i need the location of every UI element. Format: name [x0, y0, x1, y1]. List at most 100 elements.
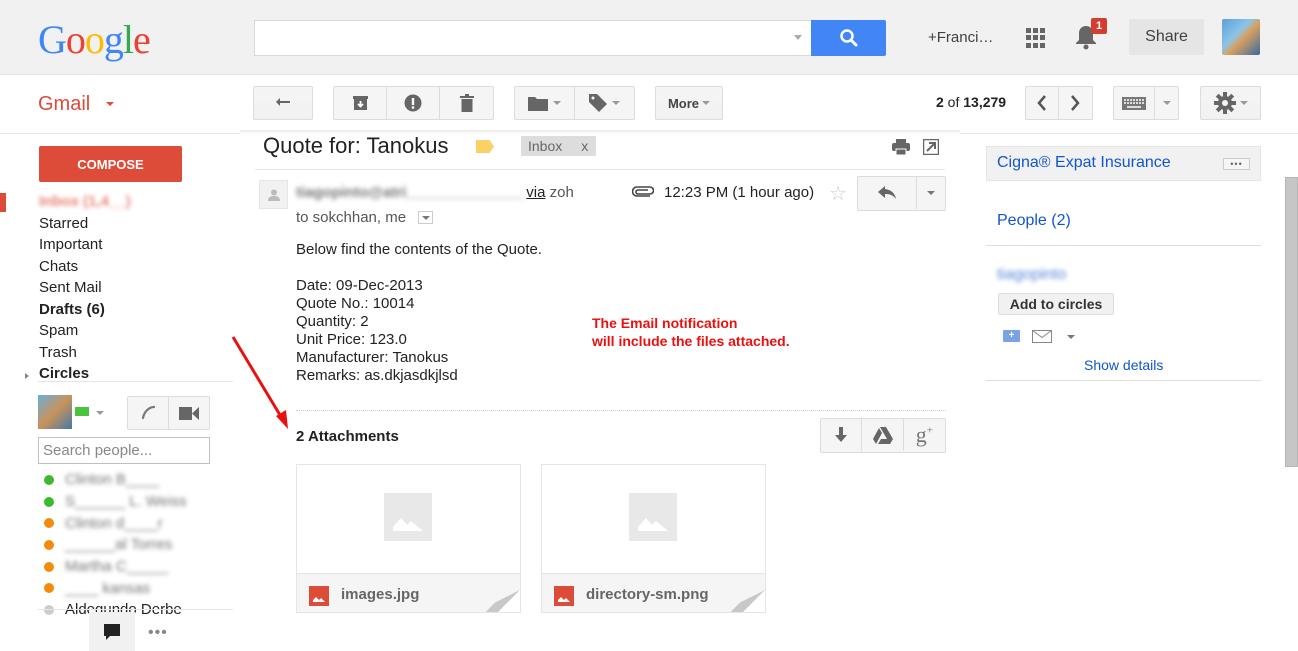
sidebar-item-inbox[interactable]: Inbox (1,4__) [39, 191, 239, 213]
add-to-circles-button[interactable]: Add to circles [998, 293, 1114, 315]
google-plus-icon: g+ [915, 422, 933, 447]
settings-button[interactable] [1200, 86, 1261, 120]
search-input[interactable] [255, 21, 775, 55]
start-video-button[interactable] [169, 397, 210, 429]
inbox-label-text: Inbox [528, 138, 563, 154]
start-call-button[interactable] [128, 397, 169, 429]
print-all-icon[interactable] [892, 139, 910, 158]
input-tools-dropdown[interactable] [1155, 87, 1178, 119]
archive-button[interactable] [334, 87, 387, 119]
chat-more-button[interactable]: ••• [148, 624, 168, 642]
account-avatar[interactable] [1222, 19, 1260, 55]
ad-link[interactable]: Cigna® Expat Insurance [997, 154, 1171, 172]
presence-status-icon [44, 583, 54, 594]
sender-email[interactable]: tiagopinto@atri______________ [296, 184, 523, 201]
contact-name: Clinton d____r [65, 514, 163, 532]
annotation-note: The Email notification will include the f… [592, 314, 790, 350]
more-reply-options-button[interactable] [917, 177, 945, 209]
chevron-down-icon[interactable] [96, 411, 104, 415]
chevron-right-icon [1071, 95, 1080, 111]
report-spam-button[interactable] [387, 87, 440, 119]
sidebar-item-trash[interactable]: Trash [39, 342, 239, 364]
email-icon[interactable] [1032, 330, 1052, 346]
search-options-caret-icon[interactable] [794, 35, 802, 40]
star-icon[interactable]: ☆ [829, 181, 847, 206]
hangout-invite-icon[interactable]: + [1003, 330, 1020, 342]
chat-avatar[interactable] [38, 395, 72, 429]
open-new-window-icon[interactable] [922, 138, 940, 158]
sender-avatar[interactable] [259, 180, 288, 209]
image-placeholder-icon [629, 493, 677, 541]
person-name-link[interactable]: tiagopinto [997, 266, 1066, 284]
body-line: Date: 09-Dec-2013 [296, 277, 423, 294]
more-label: More [667, 95, 700, 111]
show-details-link[interactable]: Show details [1084, 357, 1163, 373]
inbox-label-chip[interactable]: Inbox x [521, 136, 596, 156]
sidebar-item-sent[interactable]: Sent Mail [39, 277, 239, 299]
newer-button[interactable] [1059, 87, 1092, 119]
hangouts-button[interactable] [89, 612, 135, 651]
selected-folder-indicator [0, 193, 6, 212]
sidebar-item-spam[interactable]: Spam [39, 320, 239, 342]
input-tools-button[interactable] [1114, 87, 1156, 119]
search-button[interactable] [811, 20, 886, 56]
message-actions-group [333, 86, 494, 120]
show-details-toggle[interactable] [418, 211, 433, 224]
more-actions-button[interactable]: More [655, 86, 723, 120]
contact-item[interactable]: Clinton B____ [44, 469, 234, 491]
contact-item[interactable]: Martha C_____ [44, 556, 234, 578]
chevron-down-icon [1239, 101, 1248, 105]
via-link[interactable]: via [526, 184, 545, 201]
search-people-input[interactable] [38, 437, 210, 464]
save-to-drive-button[interactable] [862, 419, 904, 451]
sidebar-item-chats[interactable]: Chats [39, 256, 239, 278]
chat-contact-list: Clinton B____ S______ L. Weiss Clinton d__… [44, 469, 234, 621]
share-google-plus-button[interactable]: g+ [904, 419, 945, 451]
attachment-card[interactable]: images.jpg [296, 464, 521, 613]
keyboard-icon [1122, 96, 1147, 110]
chevron-down-icon [552, 101, 561, 105]
body-line: Remarks: as.dkjasdkjlsd [296, 367, 458, 384]
sidebar-item-starred[interactable]: Starred [39, 213, 239, 235]
share-button[interactable]: Share [1129, 19, 1204, 55]
sender-line[interactable]: tiagopinto@atri______________ via zoh [296, 184, 574, 201]
chevron-down-icon [702, 101, 711, 105]
contact-item[interactable]: Clinton d____r [44, 512, 234, 534]
gmail-app-switcher[interactable]: Gmail [38, 93, 90, 116]
delete-button[interactable] [440, 87, 493, 119]
annotation-line: will include the files attached. [592, 333, 790, 349]
labels-button[interactable] [575, 87, 635, 119]
back-to-inbox-button[interactable] [253, 86, 313, 120]
compose-button[interactable]: COMPOSE [39, 146, 182, 182]
sidebar-item-drafts[interactable]: Drafts (6) [39, 299, 239, 321]
contact-item[interactable]: ______al Torres [44, 534, 234, 556]
attachment-card[interactable]: directory-sm.png [541, 464, 766, 613]
contact-name: ______al Torres [65, 536, 173, 554]
chevron-down-icon[interactable] [1067, 335, 1075, 339]
reply-button[interactable] [858, 177, 918, 209]
chevron-down-icon[interactable] [106, 102, 114, 106]
trash-icon [459, 94, 474, 112]
sidebar-item-important[interactable]: Important [39, 234, 239, 256]
expand-arrow-icon[interactable] [25, 373, 29, 379]
ad-more-button[interactable]: ••• [1223, 158, 1250, 170]
importance-marker-icon[interactable] [476, 140, 494, 153]
older-button[interactable] [1026, 87, 1059, 119]
contact-item[interactable]: S______ L. Weiss [44, 491, 234, 513]
scrollbar-thumb[interactable] [1285, 177, 1298, 467]
google-logo[interactable]: Google [38, 17, 151, 62]
move-to-button[interactable] [515, 87, 575, 119]
search-box[interactable] [254, 20, 812, 56]
people-link[interactable]: People (2) [997, 212, 1071, 230]
contact-item[interactable]: ____ kansas [44, 577, 234, 599]
apps-grid-icon[interactable] [1026, 28, 1046, 48]
user-profile-link[interactable]: +Franci… [928, 29, 993, 46]
divider [986, 380, 1261, 381]
video-status-icon[interactable] [75, 407, 89, 416]
download-all-button[interactable] [821, 419, 863, 451]
folder-icon [527, 96, 548, 111]
logo-letter: e [133, 17, 151, 62]
attachment-footer: directory-sm.png [542, 573, 765, 612]
remove-label-button[interactable]: x [581, 138, 588, 154]
pager-nav-group [1025, 86, 1093, 120]
